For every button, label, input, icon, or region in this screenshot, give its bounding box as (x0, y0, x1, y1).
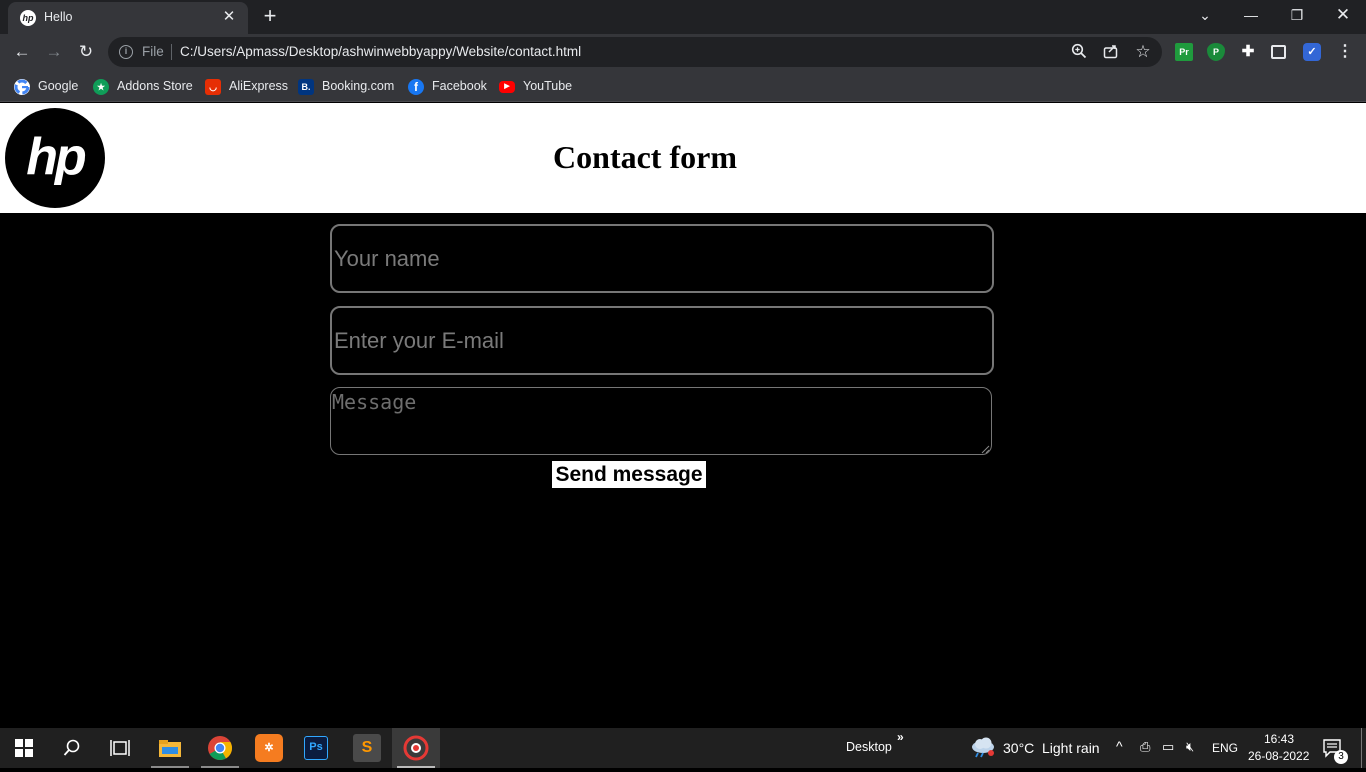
forward-button[interactable]: → (41, 39, 67, 65)
close-window-button[interactable]: ✕ (1320, 0, 1366, 30)
file-scheme-label: File (142, 44, 164, 59)
google-icon (14, 78, 30, 95)
show-desktop-divider[interactable] (1361, 728, 1362, 768)
weather-description[interactable]: Light rain (1042, 740, 1100, 756)
language-indicator[interactable]: ENG (1212, 741, 1238, 755)
hp-favicon-icon: hp (20, 10, 36, 26)
bookmark-youtube[interactable]: ▶ YouTube (499, 77, 572, 95)
search-icon[interactable] (58, 734, 86, 762)
address-url[interactable]: C:/Users/Apmass/Desktop/ashwinwebbyappy/… (180, 44, 581, 59)
tab-search-chevron-icon[interactable]: ⌄ (1182, 0, 1228, 30)
share-icon[interactable] (1102, 43, 1120, 61)
minimize-button[interactable]: — (1228, 0, 1274, 30)
bookmark-aliexpress[interactable]: ◡ AliExpress (205, 77, 288, 95)
sublime-text-icon[interactable]: S (353, 734, 381, 762)
extension-p-shield-icon[interactable]: P (1207, 43, 1225, 61)
task-view-icon[interactable] (106, 734, 134, 762)
reload-button[interactable]: ↻ (73, 39, 99, 65)
info-icon[interactable]: i (119, 45, 133, 59)
bookmark-label: YouTube (523, 79, 573, 93)
notification-count-badge: 3 (1334, 750, 1348, 764)
meet-now-icon[interactable]: ⎙ (1140, 739, 1150, 755)
aliexpress-icon: ◡ (205, 78, 221, 95)
back-button[interactable]: ← (9, 39, 35, 65)
xampp-icon[interactable]: ✲ (255, 734, 283, 762)
page-title: Contact form (553, 139, 737, 175)
youtube-icon: ▶ (499, 80, 515, 93)
bookmark-label: Booking.com (322, 79, 395, 93)
addons-store-icon: ★ (93, 78, 109, 95)
facebook-icon: f (408, 78, 424, 95)
windows-taskbar: ✲ Ps S Desktop » 30°C Light rain ^ ⎙ ▭ 🔇… (0, 728, 1366, 768)
new-tab-button[interactable]: + (258, 4, 282, 28)
weather-temperature[interactable]: 30°C (1003, 740, 1034, 756)
extensions-puzzle-icon[interactable]: ✚ (1239, 43, 1257, 61)
browser-toolbar: ← → ↻ i File C:/Users/Apmass/Desktop/ash… (0, 34, 1366, 70)
restore-button[interactable]: ❐ (1274, 0, 1320, 30)
bookmark-addons-store[interactable]: ★ Addons Store (93, 77, 193, 95)
browser-menu-icon[interactable]: ⋮ (1336, 43, 1354, 61)
bookmark-booking[interactable]: B. Booking.com (298, 77, 394, 95)
bookmark-star-icon[interactable]: ☆ (1134, 43, 1152, 61)
weather-cloud-icon[interactable] (970, 736, 996, 758)
send-message-button[interactable]: Send message (552, 461, 706, 488)
battery-icon[interactable]: ▭ (1162, 739, 1174, 755)
bookmark-label: Google (38, 79, 79, 93)
show-hidden-icons-chevron-icon[interactable]: ^ (1116, 738, 1123, 754)
address-separator (171, 44, 172, 60)
textarea-resize-icon[interactable] (980, 444, 990, 454)
windows-start-icon[interactable] (10, 734, 38, 762)
browser-app-icon[interactable] (402, 734, 430, 762)
desktop-toolbar-label[interactable]: Desktop (846, 740, 892, 754)
side-panel-icon[interactable] (1271, 45, 1286, 59)
chrome-icon[interactable] (206, 734, 234, 762)
contact-form: Send message (0, 213, 1366, 728)
file-explorer-icon[interactable] (156, 734, 184, 762)
message-textarea[interactable] (330, 387, 992, 455)
desktop-toolbar-chevron-icon[interactable]: » (897, 730, 904, 744)
clock-time[interactable]: 16:43 (1264, 732, 1294, 746)
photoshop-icon[interactable]: Ps (304, 736, 328, 760)
address-bar[interactable]: i File C:/Users/Apmass/Desktop/ashwinweb… (108, 37, 1162, 67)
booking-icon: B. (298, 78, 314, 95)
extension-pr-icon[interactable]: Pr (1175, 43, 1193, 61)
extension-shield-check-icon[interactable]: ✓ (1303, 43, 1321, 61)
bookmarks-bar: Google ★ Addons Store ◡ AliExpress B. Booki… (0, 70, 1366, 102)
tab-title: Hello (44, 10, 73, 24)
volume-muted-icon[interactable]: 🔇︎ (1186, 739, 1194, 755)
bookmark-label: Addons Store (117, 79, 193, 93)
bookmark-google[interactable]: Google (14, 77, 78, 95)
page-header: hp Contact form (0, 103, 1366, 213)
bookmark-label: Facebook (432, 79, 487, 93)
bookmark-label: AliExpress (229, 79, 289, 93)
zoom-icon[interactable] (1070, 43, 1088, 61)
browser-titlebar: hp Hello ✕ + ⌄ — ❐ ✕ (0, 0, 1366, 34)
email-input[interactable] (330, 306, 994, 375)
tab-close-icon[interactable]: ✕ (220, 8, 238, 26)
bookmark-facebook[interactable]: f Facebook (408, 77, 487, 95)
name-input[interactable] (330, 224, 994, 293)
tab-hello[interactable]: hp Hello ✕ (8, 2, 248, 34)
clock-date[interactable]: 26-08-2022 (1248, 749, 1309, 763)
